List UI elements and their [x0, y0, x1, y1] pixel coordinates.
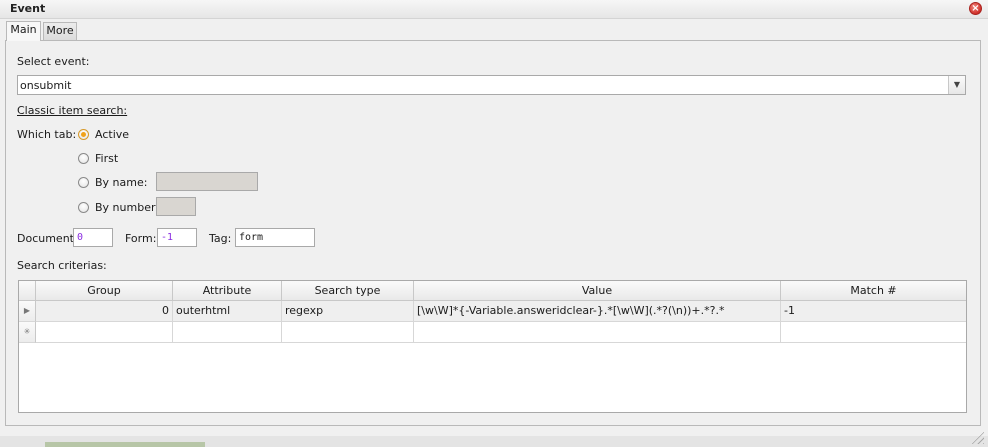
close-icon[interactable]: × — [969, 2, 982, 15]
new-cell-value[interactable] — [414, 322, 781, 343]
document-label: Document: — [17, 232, 78, 245]
which-tab-label: Which tab: — [17, 128, 77, 141]
tag-input[interactable]: form — [235, 228, 315, 247]
radio-by-number[interactable] — [78, 202, 89, 213]
tab-name-input[interactable] — [156, 172, 258, 191]
radio-active-label: Active — [95, 128, 130, 141]
tag-label: Tag: — [209, 232, 232, 245]
new-cell-attribute[interactable] — [173, 322, 282, 343]
tab-main[interactable]: Main — [6, 21, 41, 41]
col-header-match[interactable]: Match # — [781, 281, 966, 301]
col-header-attribute[interactable]: Attribute — [173, 281, 282, 301]
title-bar — [0, 0, 988, 19]
criteria-grid: Group Attribute Search type Value Match … — [18, 280, 967, 413]
form-input[interactable]: -1 — [157, 228, 197, 247]
radio-by-name-label: By name: — [95, 176, 148, 189]
cell-attribute[interactable]: outerhtml — [173, 301, 282, 322]
window-title: Event — [10, 2, 46, 15]
radio-active[interactable] — [78, 129, 89, 140]
col-header-search-type[interactable]: Search type — [282, 281, 414, 301]
cell-value[interactable]: [\w\W]*{-Variable.answeridclear-}.*[\w\W… — [414, 301, 781, 322]
radio-first[interactable] — [78, 153, 89, 164]
radio-by-number-label: By number: — [95, 201, 159, 214]
new-cell-match[interactable] — [781, 322, 966, 343]
document-input[interactable]: 0 — [73, 228, 113, 247]
select-event-label: Select event: — [17, 55, 90, 68]
grid-corner — [19, 281, 36, 301]
col-header-value[interactable]: Value — [414, 281, 781, 301]
form-label: Form: — [125, 232, 157, 245]
chevron-down-icon[interactable]: ▼ — [948, 76, 965, 94]
new-cell-group[interactable] — [36, 322, 173, 343]
col-header-group[interactable]: Group — [36, 281, 173, 301]
radio-first-label: First — [95, 152, 119, 165]
new-row-icon[interactable]: ✳ — [19, 322, 36, 343]
tab-number-input[interactable] — [156, 197, 196, 216]
tab-more[interactable]: More — [43, 22, 77, 40]
cell-group[interactable]: 0 — [36, 301, 173, 322]
row-indicator-current[interactable]: ▶ — [19, 301, 36, 322]
new-cell-search-type[interactable] — [282, 322, 414, 343]
background-window-edge — [45, 442, 205, 447]
search-criterias-label: Search criterias: — [17, 259, 107, 272]
cell-match[interactable]: -1 — [781, 301, 966, 322]
cell-search-type[interactable]: regexp — [282, 301, 414, 322]
event-select[interactable]: onsubmit ▼ — [17, 75, 966, 95]
classic-search-link[interactable]: Classic item search: — [17, 104, 127, 117]
event-select-value: onsubmit — [20, 79, 72, 92]
radio-by-name[interactable] — [78, 177, 89, 188]
